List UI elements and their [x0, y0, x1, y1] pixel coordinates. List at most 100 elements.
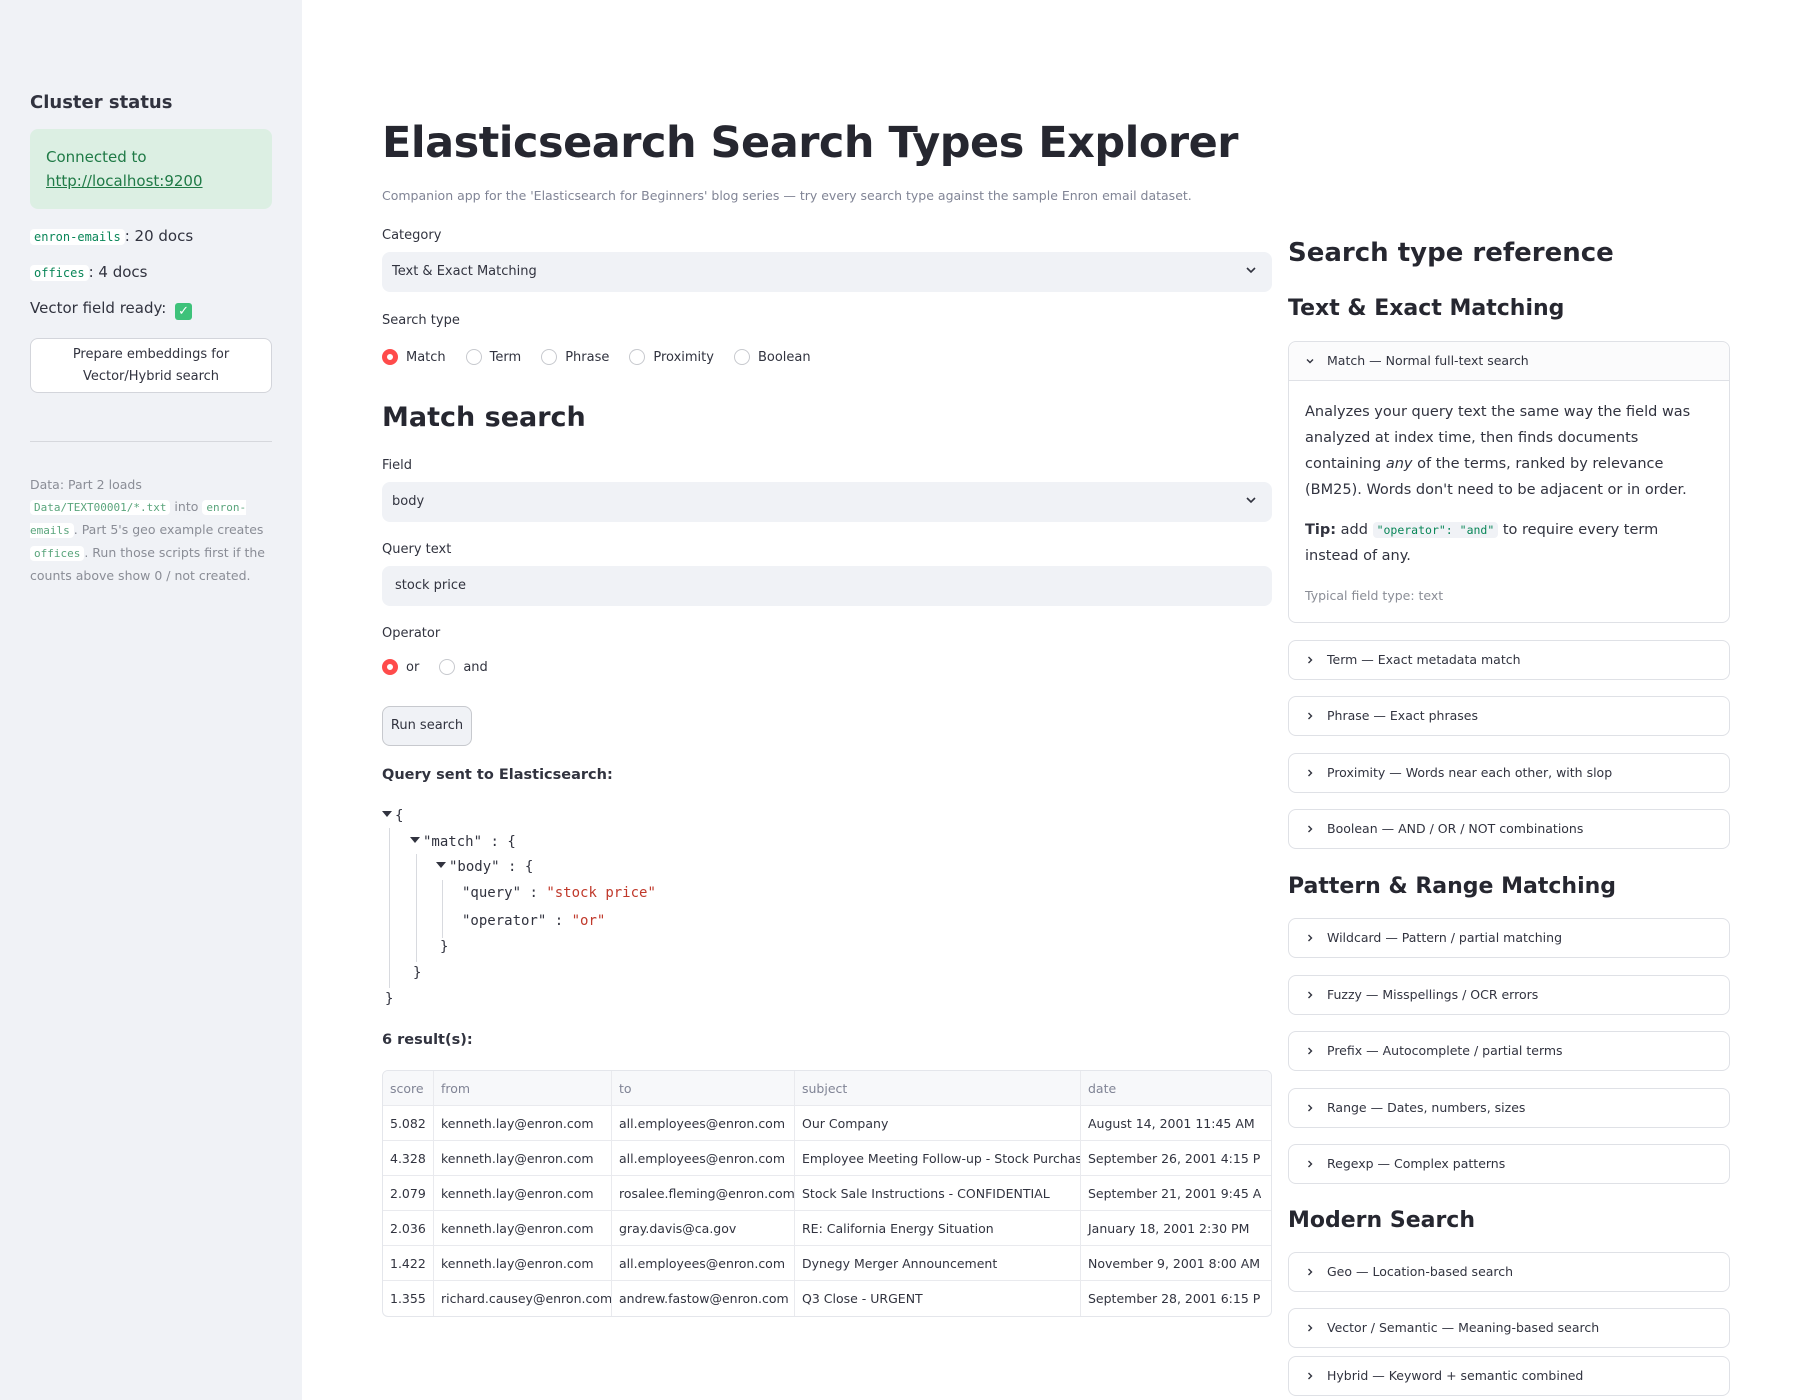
cell-from: kenneth.lay@enron.com [434, 1246, 612, 1280]
cluster-url-link[interactable]: http://localhost:9200 [46, 172, 203, 190]
radio-label: Match [406, 349, 446, 365]
results-table[interactable]: score from to subject date 5.082 kenneth… [382, 1070, 1272, 1317]
connection-status-alert: Connected to http://localhost:9200 [30, 129, 272, 209]
page-subtitle: Companion app for the 'Elasticsearch for… [382, 188, 1192, 203]
radio-term[interactable]: Term [465, 349, 521, 365]
cell-from: kenneth.lay@enron.com [434, 1141, 612, 1175]
expander-label: Geo — Location-based search [1327, 1264, 1514, 1279]
radio-label: or [406, 659, 420, 675]
cell-date: August 14, 2001 11:45 AM [1088, 1116, 1255, 1131]
cell-from: kenneth.lay@enron.com [434, 1106, 612, 1140]
radio-boolean[interactable]: Boolean [733, 349, 811, 365]
radio-or[interactable]: or [382, 659, 419, 675]
radio-proximity[interactable]: Proximity [629, 349, 714, 365]
operator-radio-group: or and [382, 659, 508, 675]
cell-to: gray.davis@ca.gov [612, 1211, 795, 1245]
table-row[interactable]: 2.036 kenneth.lay@enron.com gray.davis@c… [383, 1211, 1271, 1246]
chevron-right-icon [1308, 1047, 1313, 1055]
typical-field-type: Typical field type: text [1305, 588, 1444, 603]
expander-geo[interactable]: Geo — Location-based search [1288, 1252, 1730, 1292]
sidebar: Cluster status Connected to http://local… [0, 0, 302, 1400]
column-header-from[interactable]: from [434, 1071, 612, 1105]
column-header-score[interactable]: score [383, 1071, 434, 1105]
expander-phrase[interactable]: Phrase — Exact phrases [1288, 696, 1730, 736]
radio-label: Phrase [565, 349, 610, 365]
column-header-date[interactable]: date [1081, 1071, 1261, 1105]
expander-wildcard[interactable]: Wildcard — Pattern / partial matching [1288, 918, 1730, 958]
cell-subject: RE: California Energy Situation [795, 1211, 1081, 1245]
index-doc-count: : 4 docs [88, 263, 148, 281]
table-row[interactable]: 1.355 richard.causey@enron.com andrew.fa… [383, 1281, 1271, 1316]
prepare-embeddings-button[interactable]: Prepare embeddings for Vector/Hybrid sea… [30, 338, 272, 393]
expander-content: Analyzes your query text the same way th… [1289, 381, 1729, 609]
table-row[interactable]: 1.422 kenneth.lay@enron.com all.employee… [383, 1246, 1271, 1281]
expander-hybrid[interactable]: Hybrid — Keyword + semantic combined [1288, 1356, 1730, 1396]
caption-text: . Part 5's geo example creates [73, 522, 264, 537]
json-row: "query" : "stock price" [462, 885, 656, 901]
index-count-offices: offices: 4 docs [30, 263, 272, 281]
vector-field-status: Vector field ready: ✓ [30, 299, 272, 320]
expander-prefix[interactable]: Prefix — Autocomplete / partial terms [1288, 1031, 1730, 1071]
json-row: "operator" : "or" [462, 913, 606, 929]
expander-label: Fuzzy — Misspellings / OCR errors [1327, 987, 1539, 1002]
cell-subject: Our Company [795, 1106, 1081, 1140]
cell-date: September 28, 2001 6:15 PM [1088, 1291, 1261, 1306]
cell-score: 5.082 [383, 1106, 434, 1140]
table-row[interactable]: 2.079 kenneth.lay@enron.com rosalee.flem… [383, 1176, 1271, 1211]
sidebar-divider [30, 441, 272, 442]
operator-label: Operator [382, 626, 441, 641]
table-row[interactable]: 4.328 kenneth.lay@enron.com all.employee… [383, 1141, 1271, 1176]
radio-label: Proximity [653, 349, 714, 365]
expander-boolean[interactable]: Boolean — AND / OR / NOT combinations [1288, 809, 1730, 849]
expander-vector[interactable]: Vector / Semantic — Meaning-based search [1288, 1308, 1730, 1348]
query-text-input[interactable]: stock price [382, 566, 1272, 606]
chevron-right-icon [1308, 934, 1313, 942]
json-guide [389, 828, 390, 988]
cell-to: andrew.fastow@enron.com [612, 1281, 795, 1316]
collapse-triangle-icon[interactable] [382, 811, 392, 817]
collapse-triangle-icon[interactable] [410, 837, 420, 843]
cell-to: all.employees@enron.com [612, 1106, 795, 1140]
column-header-subject[interactable]: subject [795, 1071, 1081, 1105]
radio-selected-icon [382, 659, 398, 675]
expander-label: Prefix — Autocomplete / partial terms [1327, 1043, 1563, 1058]
caption-text: Data: Part 2 loads [30, 477, 142, 492]
category-select[interactable]: Text & Exact Matching [382, 252, 1272, 292]
table-row[interactable]: 5.082 kenneth.lay@enron.com all.employee… [383, 1106, 1271, 1141]
expander-term[interactable]: Term — Exact metadata match [1288, 640, 1730, 680]
expander-regexp[interactable]: Regexp — Complex patterns [1288, 1144, 1730, 1184]
expander-label: Wildcard — Pattern / partial matching [1327, 930, 1563, 945]
prepare-embeddings-label-2: Vector/Hybrid search [82, 369, 220, 384]
expander-proximity[interactable]: Proximity — Words near each other, with … [1288, 753, 1730, 793]
column-header-to[interactable]: to [612, 1071, 795, 1105]
radio-phrase[interactable]: Phrase [541, 349, 609, 365]
page-title: Elasticsearch Search Types Explorer [382, 118, 1239, 168]
field-select[interactable]: body [382, 482, 1272, 522]
expander-header-match[interactable]: Match — Normal full-text search [1289, 342, 1729, 381]
index-name: offices [30, 265, 89, 281]
index-name: enron-emails [30, 229, 125, 245]
field-label: Field [382, 458, 413, 473]
search-type-label: Search type [382, 313, 460, 328]
query-text-label: Query text [382, 542, 452, 557]
expander-label: Phrase — Exact phrases [1327, 708, 1478, 723]
vector-field-label: Vector field ready: [30, 299, 167, 317]
expander-label: Proximity — Words near each other, with … [1327, 765, 1613, 780]
index-count-enron: enron-emails: 20 docs [30, 227, 272, 245]
run-search-button[interactable]: Run search [382, 706, 472, 746]
collapse-triangle-icon[interactable] [436, 862, 446, 868]
caption-code: Data/TEXT00001/*.txt [30, 500, 171, 515]
cell-score: 2.079 [383, 1176, 434, 1210]
radio-selected-icon [382, 349, 398, 365]
radio-match[interactable]: Match [382, 349, 446, 365]
cell-date: January 18, 2001 2:30 PM [1088, 1221, 1250, 1236]
expander-range[interactable]: Range — Dates, numbers, sizes [1288, 1088, 1730, 1128]
cell-date: September 21, 2001 9:45 AM [1088, 1186, 1261, 1201]
expander-fuzzy[interactable]: Fuzzy — Misspellings / OCR errors [1288, 975, 1730, 1015]
expander-label: Regexp — Complex patterns [1327, 1156, 1506, 1171]
section-title: Match search [382, 402, 586, 433]
cell-subject: Stock Sale Instructions - CONFIDENTIAL [795, 1176, 1081, 1210]
chevron-right-icon [1308, 825, 1313, 833]
table-header-row: score from to subject date [383, 1071, 1271, 1106]
radio-and[interactable]: and [439, 659, 488, 675]
